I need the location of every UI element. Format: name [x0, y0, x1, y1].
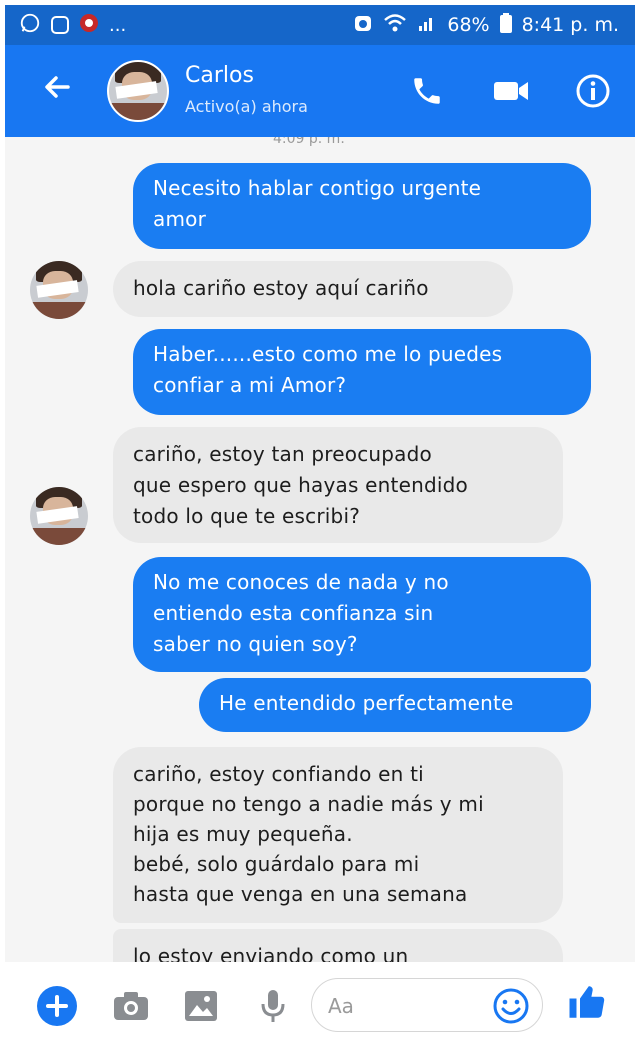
camera-icon[interactable]: [109, 984, 153, 1028]
emoji-icon[interactable]: [492, 987, 530, 1029]
info-icon[interactable]: [569, 67, 617, 115]
avatar[interactable]: [107, 60, 169, 122]
gallery-icon: [51, 16, 69, 34]
message-thread[interactable]: 4:09 p. m. Necesito hablar contigo urgen…: [5, 137, 635, 962]
message-input[interactable]: [311, 978, 543, 1032]
notif-more: ...: [109, 14, 127, 36]
whatsapp-icon: [19, 12, 41, 39]
wifi-icon: [383, 13, 407, 38]
message-bubble-incoming[interactable]: lo estoy enviando como un: [113, 929, 563, 962]
phone-icon[interactable]: [403, 67, 451, 115]
image-icon[interactable]: [179, 984, 223, 1028]
battery-level: 68%: [447, 14, 490, 36]
notification-icon: [79, 13, 99, 38]
message-text-field[interactable]: [326, 989, 480, 1023]
microphone-icon[interactable]: [251, 984, 295, 1028]
video-icon[interactable]: [487, 67, 535, 115]
plus-icon[interactable]: [35, 984, 79, 1028]
contact-status: Activo(a) ahora: [185, 97, 308, 116]
message-bubble-outgoing[interactable]: Necesito hablar contigo urgente amor: [133, 163, 591, 249]
message-bubble-incoming[interactable]: cariño, estoy confiando en ti porque no …: [113, 747, 563, 923]
message-bubble-outgoing[interactable]: No me conoces de nada y no entiendo esta…: [133, 557, 591, 672]
battery-icon: [499, 12, 512, 38]
composer-bar: [5, 962, 635, 1048]
message-bubble-outgoing[interactable]: He entendido perfectamente: [199, 678, 591, 732]
timestamp: 4:09 p. m.: [273, 137, 345, 147]
conversation-header: Carlos Activo(a) ahora: [5, 45, 635, 137]
alarm-icon: [353, 13, 373, 38]
thumbs-up-icon[interactable]: [565, 980, 609, 1024]
back-arrow-icon[interactable]: [35, 69, 79, 113]
avatar[interactable]: [30, 487, 88, 545]
clock: 8:41 p. m.: [521, 14, 619, 36]
message-bubble-incoming[interactable]: hola cariño estoy aquí cariño: [113, 261, 513, 317]
signal-icon: [417, 13, 437, 38]
avatar[interactable]: [30, 261, 88, 319]
message-bubble-outgoing[interactable]: Haber......esto como me lo puedes confia…: [133, 329, 591, 415]
status-bar: ... 68% 8:41 p. m.: [5, 5, 635, 45]
message-bubble-incoming[interactable]: cariño, estoy tan preocupado que espero …: [113, 427, 563, 543]
contact-name[interactable]: Carlos: [185, 63, 254, 88]
